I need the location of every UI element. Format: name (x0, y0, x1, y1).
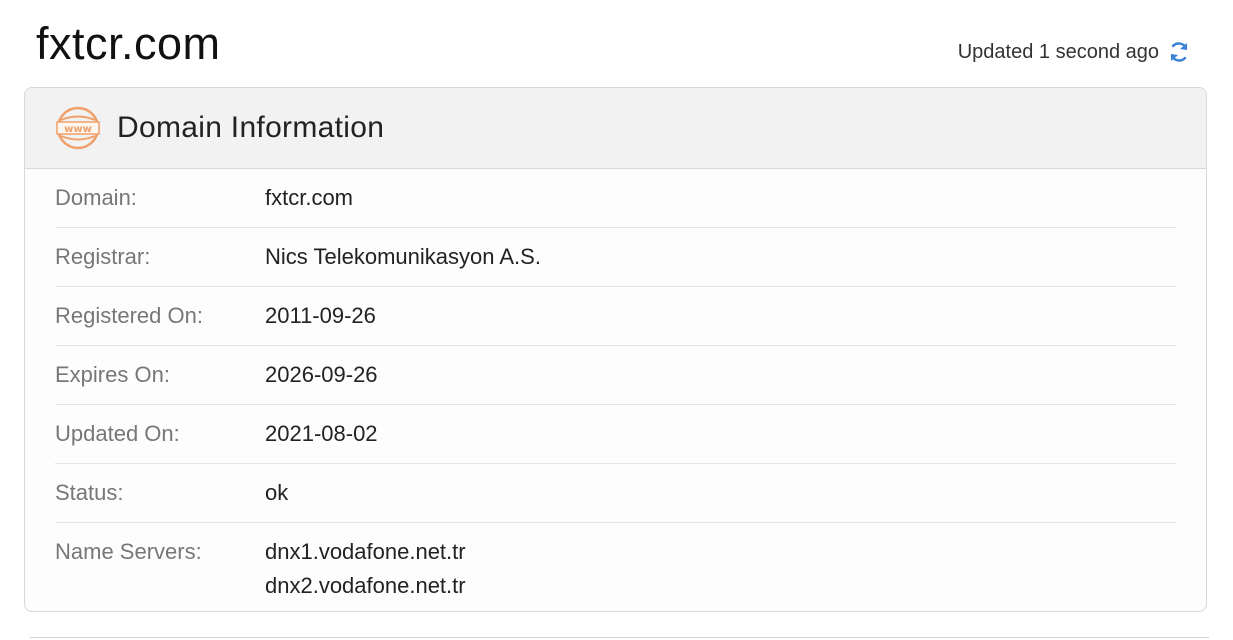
row-value: fxtcr.com (265, 185, 354, 210)
row-registered-on: Registered On: 2011-09-26 (55, 287, 1176, 346)
row-value: 2021-08-02 (265, 421, 378, 446)
www-icon: www (55, 105, 101, 151)
row-label: Name Servers: (55, 539, 202, 564)
row-status: Status: ok (55, 464, 1176, 523)
row-value: Nics Telekomunikasyon A.S. (265, 244, 541, 269)
row-value: ok (265, 480, 289, 505)
page: fxtcr.com Updated 1 second ago www Domai… (0, 0, 1233, 640)
row-label: Updated On: (55, 421, 180, 446)
name-server-list: dnx1.vodafone.net.tr dnx2.vodafone.net.t… (265, 535, 466, 603)
row-name-servers: Name Servers: dnx1.vodafone.net.tr dnx2.… (55, 523, 1176, 603)
row-domain: Domain: fxtcr.com (55, 169, 1176, 228)
row-value: 2026-09-26 (265, 362, 378, 387)
row-registrar: Registrar: Nics Telekomunikasyon A.S. (55, 228, 1176, 287)
info-rows: Domain: fxtcr.com Registrar: Nics Teleko… (25, 169, 1206, 603)
row-label: Registered On: (55, 303, 203, 328)
row-label: Registrar: (55, 244, 151, 269)
row-label: Expires On: (55, 362, 170, 387)
updated-status: Updated 1 second ago (958, 40, 1191, 64)
row-label: Status: (55, 480, 124, 505)
refresh-icon[interactable] (1167, 40, 1191, 64)
name-server-item: dnx2.vodafone.net.tr (265, 573, 466, 598)
card-header: www Domain Information (25, 88, 1206, 169)
row-label: Domain: (55, 185, 137, 210)
divider (30, 637, 1209, 638)
domain-info-card: www Domain Information Domain: fxtcr.com… (24, 87, 1207, 612)
page-title: fxtcr.com (36, 18, 221, 69)
row-value: 2011-09-26 (265, 303, 376, 328)
name-server-item: dnx1.vodafone.net.tr (265, 539, 466, 564)
www-icon-text: www (64, 124, 92, 135)
card-title: Domain Information (117, 111, 385, 144)
updated-text: Updated 1 second ago (957, 40, 1159, 63)
row-expires-on: Expires On: 2026-09-26 (55, 346, 1176, 405)
row-updated-on: Updated On: 2021-08-02 (55, 405, 1176, 464)
